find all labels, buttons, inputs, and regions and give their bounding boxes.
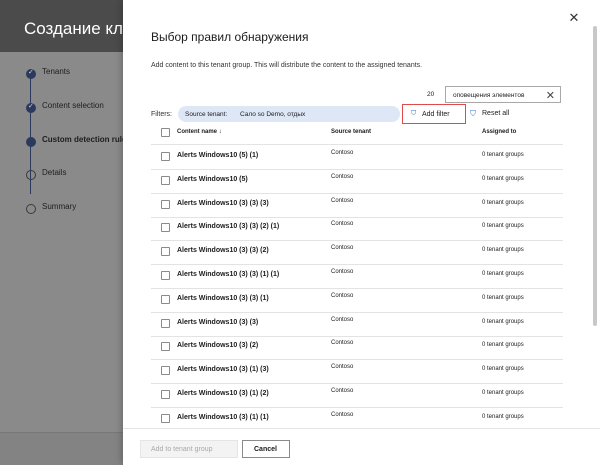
source-tenant-cell: Contoso (331, 340, 354, 346)
reset-all-label: Reset all (482, 110, 510, 117)
table-row[interactable]: Alerts Windows10 (5) (1) Contoso 0 tenant … (151, 146, 563, 169)
source-tenant-cell: Contoso (331, 198, 354, 204)
add-to-tenant-group-button[interactable]: Add to tenant group (140, 440, 238, 458)
source-tenant-cell: Contoso (331, 269, 354, 275)
assigned-to-cell: 0 tenant groups (482, 366, 524, 372)
row-checkbox[interactable] (161, 271, 170, 280)
column-header-assigned-to[interactable]: Assigned to (482, 129, 516, 135)
row-checkbox[interactable] (161, 152, 170, 161)
cancel-button[interactable]: Cancel (242, 440, 290, 458)
assigned-to-cell: 0 tenant groups (482, 319, 524, 325)
step-todo-dot (26, 204, 36, 214)
scrollbar-thumb[interactable] (593, 26, 597, 326)
source-tenant-cell: Contoso (331, 317, 354, 323)
header-divider (151, 144, 563, 145)
assigned-to-cell: 0 tenant groups (482, 390, 524, 396)
select-all-checkbox[interactable] (161, 128, 170, 137)
step-label: Tenants (42, 67, 71, 76)
step-label: Summary (42, 202, 77, 211)
row-checkbox[interactable] (161, 366, 170, 375)
table-row[interactable]: Alerts Windows10 (5) Contoso 0 tenant grou… (151, 170, 563, 193)
source-tenant-cell: Contoso (331, 174, 354, 180)
source-tenant-cell: Contoso (331, 388, 354, 394)
table-row[interactable]: Alerts Windows10 (3) (3) (1) Contoso 0 ten… (151, 289, 563, 312)
result-count: 20 (427, 91, 435, 98)
filter-chip-key: Source tenant: (185, 111, 228, 118)
source-tenant-cell: Contoso (331, 364, 354, 370)
source-tenant-cell: Contoso (331, 245, 354, 251)
row-checkbox[interactable] (161, 414, 170, 423)
row-checkbox[interactable] (161, 319, 170, 328)
check-icon: ✓ (28, 103, 34, 110)
clear-search-icon[interactable]: ✕ (546, 89, 555, 102)
content-name-cell: Alerts Windows10 (5) (177, 176, 248, 183)
source-tenant-cell: Contoso (331, 293, 354, 299)
detection-rules-panel: ✕ Выбор правил обнаружения Add content t… (123, 0, 600, 465)
table-row[interactable]: Alerts Windows10 (3) (2) Contoso 0 tenant … (151, 336, 563, 359)
content-name-cell: Alerts Windows10 (5) (1) (177, 152, 259, 159)
add-filter-button[interactable]: ⛉ Add filter (402, 104, 466, 124)
assigned-to-cell: 0 tenant groups (482, 247, 524, 253)
content-name-cell: Alerts Windows10 (3) (3) (2) (177, 247, 269, 254)
row-checkbox[interactable] (161, 342, 170, 351)
search-input-value: оповещения элементов (453, 92, 525, 99)
column-header-content-name[interactable]: Content name ↓ (177, 129, 222, 135)
row-checkbox[interactable] (161, 176, 170, 185)
table-header: Content name ↓ Source tenant Assigned to (151, 126, 563, 140)
content-name-cell: Alerts Windows10 (3) (1) (1) (177, 414, 269, 421)
assigned-to-cell: 0 tenant groups (482, 295, 524, 301)
content-name-cell: Alerts Windows10 (3) (3) (1) (1) (177, 271, 280, 278)
panel-footer: Add to tenant group Cancel (123, 428, 600, 465)
table-row[interactable]: Alerts Windows10 (3) (3) Contoso 0 tenant … (151, 313, 563, 336)
panel-scrollbar[interactable] (593, 26, 597, 406)
content-name-cell: Alerts Windows10 (3) (3) (177, 319, 259, 326)
source-tenant-cell: Contoso (331, 221, 354, 227)
table-row[interactable]: Alerts Windows10 (3) (3) (1) (1) Contoso 0… (151, 265, 563, 288)
step-label: Custom detection rule (42, 135, 127, 144)
content-name-cell: Alerts Windows10 (3) (3) (1) (177, 295, 269, 302)
row-checkbox[interactable] (161, 200, 170, 209)
filter-icon: ⛉ (411, 110, 417, 117)
table-row[interactable]: Alerts Windows10 (3) (1) (3) Contoso 0 ten… (151, 360, 563, 383)
step-current-dot (26, 137, 36, 147)
row-checkbox[interactable] (161, 295, 170, 304)
source-tenant-cell: Contoso (331, 412, 354, 418)
content-name-cell: Alerts Windows10 (3) (1) (2) (177, 390, 269, 397)
column-header-source-tenant[interactable]: Source tenant (331, 129, 371, 135)
row-checkbox[interactable] (161, 247, 170, 256)
row-checkbox[interactable] (161, 390, 170, 399)
close-icon[interactable]: ✕ (567, 11, 581, 25)
step-label: Details (42, 168, 67, 177)
step-label: Content selection (42, 101, 104, 110)
source-tenant-cell: Contoso (331, 150, 354, 156)
table-row[interactable]: Alerts Windows10 (3) (3) (3) Contoso 0 ten… (151, 194, 563, 217)
table-row[interactable]: Alerts Windows10 (3) (3) (2) (1) Contoso 0… (151, 217, 563, 240)
table-row[interactable]: Alerts Windows10 (3) (3) (2) Contoso 0 ten… (151, 241, 563, 264)
add-to-tenant-group-label: Add to tenant group (151, 446, 213, 453)
assigned-to-cell: 0 tenant groups (482, 223, 524, 229)
content-name-cell: Alerts Windows10 (3) (2) (177, 342, 259, 349)
content-name-cell: Alerts Windows10 (3) (3) (3) (177, 200, 269, 207)
filter-reset-icon: ⛉ (470, 109, 476, 118)
step-todo-dot (26, 170, 36, 180)
search-input[interactable]: оповещения элементов ✕ (445, 86, 561, 103)
content-name-cell: Alerts Windows10 (3) (3) (2) (1) (177, 223, 280, 230)
filter-chip-value: Сало so Demo, отдых (240, 111, 306, 118)
assigned-to-cell: 0 tenant groups (482, 414, 524, 420)
add-filter-label: Add filter (422, 111, 450, 118)
filter-chip-source-tenant[interactable]: Source tenant: Сало so Demo, отдых (178, 106, 400, 122)
assigned-to-cell: 0 tenant groups (482, 176, 524, 182)
assigned-to-cell: 0 tenant groups (482, 152, 524, 158)
content-name-cell: Alerts Windows10 (3) (1) (3) (177, 366, 269, 373)
cancel-label: Cancel (254, 446, 277, 453)
filters-label: Filters: (151, 111, 172, 118)
assigned-to-cell: 0 tenant groups (482, 200, 524, 206)
row-checkbox[interactable] (161, 223, 170, 232)
panel-description: Add content to this tenant group. This w… (151, 62, 423, 69)
assigned-to-cell: 0 tenant groups (482, 342, 524, 348)
assigned-to-cell: 0 tenant groups (482, 271, 524, 277)
panel-title: Выбор правил обнаружения (151, 30, 309, 44)
table-row[interactable]: Alerts Windows10 (3) (1) (2) Contoso 0 ten… (151, 384, 563, 407)
check-icon: ✓ (28, 69, 34, 76)
